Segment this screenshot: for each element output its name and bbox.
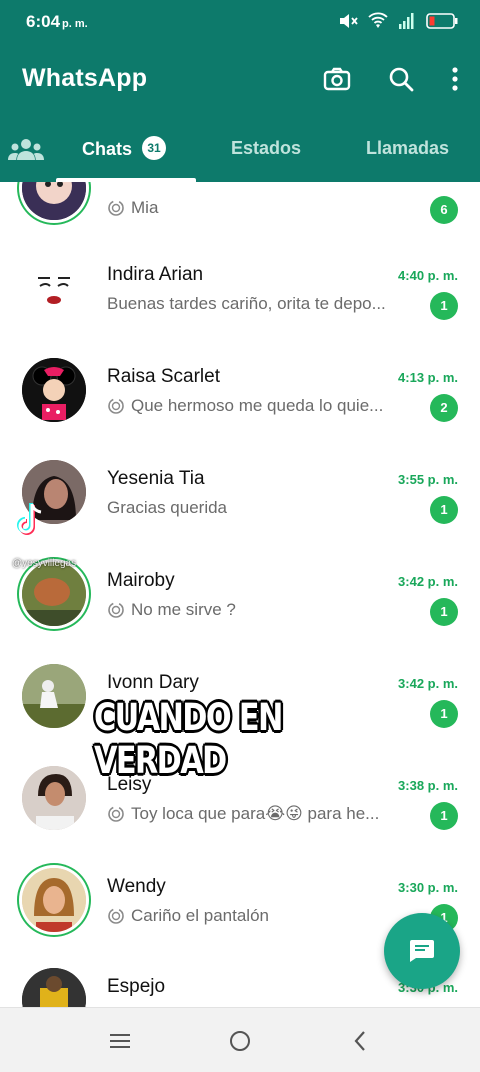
unread-badge: 6 bbox=[430, 196, 458, 224]
app-bar-actions bbox=[320, 62, 462, 96]
chat-time: 3:55 p. m. bbox=[398, 472, 458, 487]
community-icon[interactable] bbox=[8, 136, 44, 162]
status-time-suffix: p. m. bbox=[62, 18, 88, 30]
chat-time: 3:42 p. m. bbox=[398, 676, 458, 691]
avatar[interactable] bbox=[22, 182, 86, 220]
avatar[interactable] bbox=[22, 256, 86, 320]
status-icons bbox=[338, 12, 458, 30]
recent-apps-icon[interactable] bbox=[105, 1026, 135, 1056]
chat-name: Espejo bbox=[107, 976, 166, 997]
message-status-icon bbox=[108, 908, 124, 924]
unread-badge: 1 bbox=[430, 802, 458, 830]
chat-time: 4:13 p. m. bbox=[398, 370, 458, 385]
chat-preview: Cariño el pantalón bbox=[107, 906, 407, 926]
chat-preview: Gracias querida bbox=[107, 498, 407, 518]
wifi-icon bbox=[368, 12, 388, 28]
new-chat-button[interactable] bbox=[384, 913, 460, 989]
avatar[interactable] bbox=[22, 868, 86, 932]
tab-chats[interactable]: Chats 31 bbox=[82, 136, 167, 162]
message-status-icon bbox=[108, 602, 124, 618]
unread-badge: 1 bbox=[430, 598, 458, 626]
mute-icon bbox=[340, 14, 358, 28]
signal-icon bbox=[399, 13, 414, 29]
chat-name: Mairoby bbox=[107, 570, 175, 591]
status-time: 6:04 p. m. bbox=[26, 12, 88, 32]
home-icon[interactable] bbox=[225, 1026, 255, 1056]
chat-time: 4:40 p. m. bbox=[398, 268, 458, 283]
chat-preview: Toy loca que para😭😜 para he... bbox=[107, 804, 407, 824]
chat-preview-text: Que hermoso me queda lo quie... bbox=[131, 396, 384, 415]
more-vert-icon[interactable] bbox=[448, 62, 462, 96]
avatar[interactable] bbox=[22, 766, 86, 830]
chat-row[interactable]: Mia 6 bbox=[0, 182, 480, 244]
avatar[interactable] bbox=[22, 664, 86, 728]
watermark-username: @yesyvillegas bbox=[12, 558, 77, 569]
system-nav-bar bbox=[0, 1007, 480, 1072]
message-status-icon bbox=[108, 398, 124, 414]
chat-name: Raisa Scarlet bbox=[107, 366, 220, 387]
status-time-value: 6:04 bbox=[26, 12, 61, 31]
chat-preview-text: Buenas tardes cariño, orita te depo... bbox=[107, 294, 386, 313]
message-status-icon bbox=[108, 806, 124, 822]
chat-time: 3:42 p. m. bbox=[398, 574, 458, 589]
chat-preview: No me sirve ? bbox=[107, 600, 407, 620]
chat-preview: Buenas tardes cariño, orita te depo... bbox=[107, 294, 407, 314]
chat-name: Wendy bbox=[107, 876, 166, 897]
chat-name: Ivonn Dary bbox=[107, 672, 199, 693]
message-status-icon bbox=[108, 200, 124, 216]
chat-preview-text: Mia bbox=[131, 198, 159, 217]
chat-preview-text: Gracias querida bbox=[107, 498, 228, 517]
chat-list[interactable]: Mia 6 Indira Arian 4:40 p. m. Buenas tar… bbox=[0, 182, 480, 1007]
camera-icon[interactable] bbox=[320, 62, 354, 96]
unread-badge: 2 bbox=[430, 394, 458, 422]
tab-llamadas[interactable]: Llamadas bbox=[366, 138, 449, 159]
back-icon[interactable] bbox=[345, 1026, 375, 1056]
unread-chats-badge: 31 bbox=[142, 136, 167, 160]
tab-bar: Chats 31 Estados Llamadas bbox=[0, 126, 480, 182]
avatar[interactable] bbox=[22, 562, 86, 626]
chat-row[interactable]: Indira Arian 4:40 p. m. Buenas tardes ca… bbox=[0, 244, 480, 346]
tab-chats-label: Chats bbox=[82, 138, 133, 159]
chat-preview-text: Cariño el pantalón bbox=[131, 906, 269, 925]
chat-time: 3:30 p. m. bbox=[398, 880, 458, 895]
search-icon[interactable] bbox=[384, 62, 418, 96]
unread-badge: 1 bbox=[430, 292, 458, 320]
video-caption: CUANDO EN VERDAD bbox=[94, 696, 283, 782]
avatar[interactable] bbox=[22, 968, 86, 1007]
app-title: WhatsApp bbox=[22, 64, 148, 92]
chat-preview: Mia bbox=[107, 198, 407, 218]
avatar[interactable] bbox=[22, 358, 86, 422]
tab-estados[interactable]: Estados bbox=[231, 138, 301, 159]
app-header: 6:04 p. m. WhatsApp Chats 31 Estados Llama… bbox=[0, 0, 480, 182]
chat-preview-text: No me sirve ? bbox=[131, 600, 236, 619]
chat-preview-text: Toy loca que para😭😜 para he... bbox=[131, 804, 380, 823]
chat-preview: Que hermoso me queda lo quie... bbox=[107, 396, 407, 416]
unread-badge: 1 bbox=[430, 700, 458, 728]
chat-name: Indira Arian bbox=[107, 264, 204, 285]
unread-badge: 1 bbox=[430, 496, 458, 524]
battery-icon bbox=[426, 13, 458, 29]
new-chat-icon bbox=[410, 940, 434, 962]
status-bar: 6:04 p. m. bbox=[0, 0, 480, 44]
chat-row[interactable]: Raisa Scarlet 4:13 p. m. Que hermoso me … bbox=[0, 346, 480, 448]
chat-name: Yesenia Tia bbox=[107, 468, 205, 489]
